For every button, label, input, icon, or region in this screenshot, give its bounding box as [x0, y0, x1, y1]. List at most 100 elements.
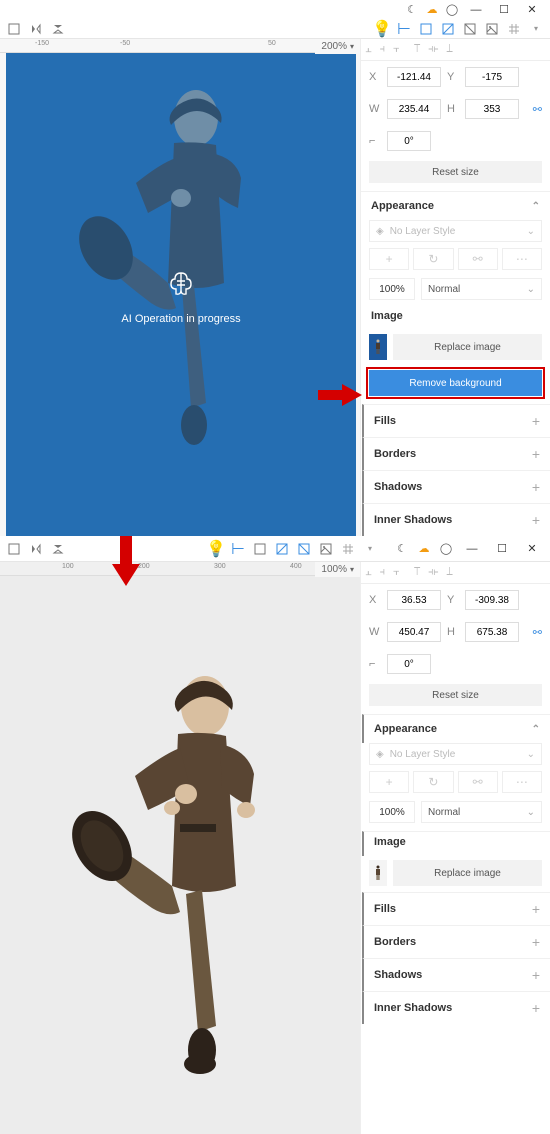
fills-header[interactable]: Fills+ — [362, 892, 550, 925]
rect-icon[interactable] — [6, 541, 22, 557]
angle-input[interactable] — [387, 654, 431, 674]
appearance-header[interactable]: Appearance⌃ — [361, 191, 550, 220]
maximize-button[interactable]: ☐ — [492, 1, 516, 19]
minimize-button[interactable]: — — [464, 1, 488, 19]
more-button[interactable]: ⋯ — [502, 248, 542, 270]
canvas[interactable]: AI Operation in progress — [6, 53, 356, 536]
user-icon[interactable]: ◯ — [438, 541, 454, 557]
flip-v-icon[interactable] — [50, 541, 66, 557]
reset-size-button[interactable]: Reset size — [369, 161, 542, 183]
rect-icon[interactable] — [6, 21, 22, 37]
y-input[interactable] — [465, 590, 519, 610]
crop-icon[interactable] — [252, 541, 268, 557]
plus-icon[interactable]: + — [532, 1000, 540, 1016]
blend-mode-select[interactable]: Normal⌄ — [421, 801, 542, 823]
align-left-icon[interactable]: ⫠ — [365, 43, 372, 56]
x-input[interactable] — [387, 590, 441, 610]
image-icon[interactable] — [318, 541, 334, 557]
cloud-icon[interactable]: ☁ — [416, 541, 432, 557]
align-right-icon[interactable]: ⫟ — [393, 566, 400, 579]
bulb-icon[interactable]: 💡 — [374, 21, 390, 37]
refresh-button[interactable]: ↻ — [413, 248, 453, 270]
x-input[interactable] — [387, 67, 441, 87]
align-middle-icon[interactable]: ⟛ — [428, 43, 438, 56]
image-thumbnail[interactable] — [369, 860, 387, 886]
y-input[interactable] — [465, 67, 519, 87]
w-input[interactable] — [387, 99, 441, 119]
replace-image-button[interactable]: Replace image — [393, 334, 542, 360]
angle-input[interactable] — [387, 131, 431, 151]
flip-v-icon[interactable] — [50, 21, 66, 37]
moon-icon[interactable]: ☾ — [404, 2, 420, 18]
align-left-icon[interactable]: ⫠ — [365, 566, 372, 579]
plus-icon[interactable]: + — [532, 413, 540, 429]
diag1-icon[interactable] — [274, 541, 290, 557]
add-button[interactable]: + — [369, 771, 409, 793]
align-middle-icon[interactable]: ⟛ — [428, 566, 438, 579]
plus-icon[interactable]: + — [532, 512, 540, 528]
layer-style-select[interactable]: ◈ No Layer Style ⌄ — [369, 743, 542, 765]
remove-background-button[interactable]: Remove background — [369, 370, 542, 396]
borders-header[interactable]: Borders+ — [362, 925, 550, 958]
link-button[interactable]: ⚯ — [458, 248, 498, 270]
inner-shadows-header[interactable]: Inner Shadows+ — [362, 991, 550, 1024]
link-icon[interactable]: ⚯ — [533, 626, 542, 639]
reset-size-button[interactable]: Reset size — [369, 684, 542, 706]
flip-h-icon[interactable] — [28, 21, 44, 37]
flip-h-icon[interactable] — [28, 541, 44, 557]
blend-mode-select[interactable]: Normal⌄ — [421, 278, 542, 300]
chevron-down-icon[interactable]: ▾ — [362, 541, 378, 557]
inner-shadows-header[interactable]: Inner Shadows+ — [362, 503, 550, 536]
align-top-icon[interactable]: ⟙ — [414, 43, 421, 56]
image-icon[interactable] — [484, 21, 500, 37]
add-button[interactable]: + — [369, 248, 409, 270]
minimize-button[interactable]: — — [460, 540, 484, 558]
opacity-input[interactable]: 100% — [369, 278, 415, 300]
align-center-icon[interactable]: ⫞ — [380, 43, 386, 56]
plus-icon[interactable]: + — [532, 934, 540, 950]
zoom-indicator[interactable]: 200%▾ — [315, 39, 360, 54]
ruler-icon[interactable]: ⊢ — [396, 21, 412, 37]
align-right-icon[interactable]: ⫟ — [393, 43, 400, 56]
more-button[interactable]: ⋯ — [502, 771, 542, 793]
refresh-button[interactable]: ↻ — [413, 771, 453, 793]
chevron-down-icon[interactable]: ▾ — [528, 21, 544, 37]
borders-header[interactable]: Borders+ — [362, 437, 550, 470]
zoom-indicator[interactable]: 100%▾ — [315, 562, 360, 577]
user-icon[interactable]: ◯ — [444, 2, 460, 18]
close-button[interactable]: ✕ — [520, 1, 544, 19]
bulb-icon[interactable]: 💡 — [208, 541, 224, 557]
person-figure-cutout[interactable] — [60, 646, 290, 1106]
ruler-icon[interactable]: ⊢ — [230, 541, 246, 557]
grid-icon[interactable] — [506, 21, 522, 37]
h-input[interactable] — [465, 622, 519, 642]
plus-icon[interactable]: + — [532, 967, 540, 983]
maximize-button[interactable]: ☐ — [490, 540, 514, 558]
close-button[interactable]: ✕ — [520, 540, 544, 558]
crop-icon[interactable] — [418, 21, 434, 37]
plus-icon[interactable]: + — [532, 479, 540, 495]
w-input[interactable] — [387, 622, 441, 642]
align-bottom-icon[interactable]: ⟘ — [446, 566, 453, 579]
align-center-icon[interactable]: ⫞ — [380, 566, 386, 579]
grid-icon[interactable] — [340, 541, 356, 557]
moon-icon[interactable]: ☾ — [394, 541, 410, 557]
diag2-icon[interactable] — [296, 541, 312, 557]
opacity-input[interactable]: 100% — [369, 801, 415, 823]
canvas[interactable] — [0, 576, 360, 1134]
diag1-icon[interactable] — [440, 21, 456, 37]
h-input[interactable] — [465, 99, 519, 119]
link-button[interactable]: ⚯ — [458, 771, 498, 793]
diag2-icon[interactable] — [462, 21, 478, 37]
image-thumbnail[interactable] — [369, 334, 387, 360]
appearance-header[interactable]: Appearance⌃ — [362, 714, 550, 743]
replace-image-button[interactable]: Replace image — [393, 860, 542, 886]
shadows-header[interactable]: Shadows+ — [362, 958, 550, 991]
link-icon[interactable]: ⚯ — [533, 103, 542, 116]
fills-header[interactable]: Fills+ — [362, 404, 550, 437]
align-top-icon[interactable]: ⟙ — [414, 566, 421, 579]
plus-icon[interactable]: + — [532, 446, 540, 462]
align-bottom-icon[interactable]: ⟘ — [446, 43, 453, 56]
cloud-icon[interactable]: ☁ — [424, 2, 440, 18]
shadows-header[interactable]: Shadows+ — [362, 470, 550, 503]
